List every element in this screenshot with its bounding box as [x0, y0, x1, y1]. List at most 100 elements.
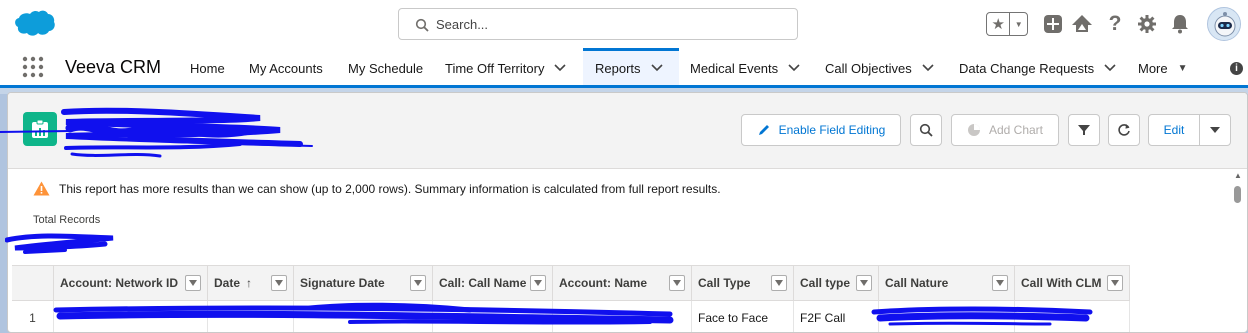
edit-label: Edit — [1163, 123, 1185, 137]
table-cell[interactable]: Face to Face — [692, 301, 794, 332]
enable-field-editing-button[interactable]: Enable Field Editing — [741, 114, 901, 146]
report-header: Enable Field Editing Add Chart Edit — [8, 93, 1247, 169]
column-header-call-name[interactable]: Call: Call Name — [433, 265, 553, 301]
column-menu-icon[interactable] — [185, 275, 201, 291]
favorites-group: ★ ▼ — [986, 12, 1028, 36]
nav-item-medical-events[interactable]: Medical Events — [690, 48, 800, 88]
column-header-call-with-clm[interactable]: Call With CLM — [1015, 265, 1130, 301]
salesforce-cloud-logo[interactable] — [13, 9, 55, 39]
warning-icon — [33, 181, 50, 196]
column-header-label: Account: Name — [559, 276, 648, 290]
refresh-icon — [1118, 124, 1130, 136]
nav-item-call-objectives[interactable]: Call Objectives — [825, 48, 934, 88]
scroll-up-icon[interactable]: ▲ — [1233, 171, 1243, 181]
nav-item-label: Reports — [595, 60, 641, 76]
global-header: Search... ★ ▼ ? — [0, 0, 1248, 48]
table-cell[interactable] — [433, 301, 553, 332]
column-header-call-nature[interactable]: Call Nature — [879, 265, 1015, 301]
chevron-down-icon[interactable] — [1104, 64, 1116, 72]
chevron-down-icon[interactable] — [922, 64, 934, 72]
column-menu-icon[interactable] — [856, 275, 872, 291]
app-name: Veeva CRM — [65, 57, 162, 77]
column-menu-icon[interactable] — [771, 275, 787, 291]
column-header-label: Date — [214, 276, 241, 290]
global-search-input[interactable]: Search... — [398, 8, 798, 40]
nav-item-home[interactable]: Home — [190, 48, 225, 88]
column-header-call-type[interactable]: Call Type — [692, 265, 794, 301]
chevron-down-icon[interactable] — [788, 64, 800, 72]
enable-field-editing-label: Enable Field Editing — [778, 123, 886, 137]
add-chart-label: Add Chart — [988, 123, 1044, 137]
report-icon — [23, 112, 57, 146]
column-menu-icon[interactable] — [530, 275, 546, 291]
nav-item-reports[interactable]: Reports — [583, 48, 679, 85]
column-header-signature-date[interactable]: Signature Date — [294, 265, 433, 301]
chevron-down-icon[interactable] — [554, 64, 567, 72]
search-icon — [919, 123, 933, 137]
nav-item-label: My Schedule — [348, 60, 424, 76]
chevron-down-icon[interactable] — [650, 64, 663, 72]
setup-gear-icon[interactable] — [1136, 13, 1158, 35]
column-menu-icon[interactable] — [669, 275, 685, 291]
table-cell[interactable] — [1015, 301, 1130, 332]
app-navigation-bar: Veeva CRM Home My Accounts My Schedule T… — [0, 48, 1248, 88]
edit-button[interactable]: Edit — [1148, 114, 1200, 146]
user-avatar[interactable] — [1207, 7, 1241, 41]
search-report-button[interactable] — [910, 114, 942, 146]
nav-item-my-accounts[interactable]: My Accounts — [249, 48, 323, 88]
column-header-label: Call Type — [698, 276, 751, 290]
nav-item-label: Call Objectives — [825, 60, 912, 76]
table-cell[interactable] — [208, 301, 294, 332]
column-menu-icon[interactable] — [410, 275, 426, 291]
column-menu-icon[interactable] — [1107, 275, 1123, 291]
nav-item-label: Medical Events — [690, 60, 779, 76]
column-header-account-network-id[interactable]: Account: Network ID — [54, 265, 208, 301]
add-chart-button[interactable]: Add Chart — [951, 114, 1059, 146]
table-cell[interactable] — [553, 301, 692, 332]
nav-item-label: Time Off Territory — [445, 60, 545, 76]
global-add-icon[interactable] — [1042, 13, 1064, 35]
table-cell[interactable]: F2F Call — [794, 301, 879, 332]
search-placeholder: Search... — [436, 17, 489, 32]
row-number: 1 — [12, 301, 54, 332]
table-cell[interactable] — [879, 301, 1015, 332]
nav-item-label: More — [1138, 60, 1168, 76]
nav-item-my-schedule[interactable]: My Schedule — [348, 48, 423, 88]
vertical-scrollbar[interactable] — [1234, 186, 1241, 203]
caret-down-icon[interactable]: ▼ — [1178, 63, 1188, 74]
nav-item-time-off-territory[interactable]: Time Off Territory — [445, 48, 567, 88]
info-icon[interactable]: i — [1230, 62, 1243, 75]
favorites-star-icon[interactable]: ★ — [987, 13, 1011, 35]
pencil-icon — [758, 125, 769, 135]
nav-item-more[interactable]: More ▼ — [1138, 48, 1188, 88]
column-header-label: Call With CLM — [1021, 276, 1102, 290]
caret-down-icon — [1210, 127, 1220, 133]
help-icon[interactable]: ? — [1104, 12, 1126, 35]
column-header-date[interactable]: Date ↑ — [208, 265, 294, 301]
nav-item-label: My Accounts — [249, 60, 323, 76]
table-cell[interactable] — [294, 301, 433, 332]
nav-item-label: Home — [190, 60, 225, 76]
trailhead-icon[interactable] — [1071, 13, 1093, 35]
total-records-label: Total Records — [33, 214, 101, 226]
refresh-button[interactable] — [1108, 114, 1140, 146]
row-limit-warning: This report has more results than we can… — [33, 181, 721, 196]
nav-item-data-change-requests[interactable]: Data Change Requests — [959, 48, 1116, 88]
column-header-label: Account: Network ID — [60, 276, 179, 290]
column-menu-icon[interactable] — [271, 275, 287, 291]
nav-item-label: Data Change Requests — [959, 60, 1095, 76]
filter-button[interactable] — [1068, 114, 1100, 146]
column-menu-icon[interactable] — [992, 275, 1008, 291]
notifications-bell-icon[interactable] — [1169, 13, 1191, 35]
column-header-label: Call: Call Name — [439, 276, 527, 290]
column-header-label: Signature Date — [300, 276, 385, 290]
edit-menu-button[interactable] — [1199, 114, 1231, 146]
sort-ascending-icon: ↑ — [246, 276, 253, 290]
favorites-dropdown-icon[interactable]: ▼ — [1010, 13, 1027, 35]
column-header-call-type-2[interactable]: Call type — [794, 265, 879, 301]
app-launcher-icon[interactable] — [22, 56, 44, 78]
column-header-account-name[interactable]: Account: Name — [553, 265, 692, 301]
chart-icon — [967, 124, 980, 136]
report-card: Enable Field Editing Add Chart Edit This… — [7, 92, 1248, 333]
table-cell[interactable] — [54, 301, 208, 332]
